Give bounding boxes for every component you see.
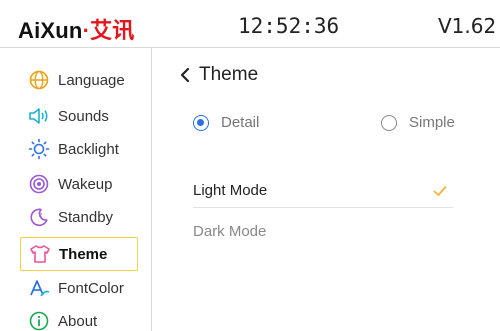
sidebar-item-label: Wakeup — [58, 175, 113, 193]
sidebar-item-theme[interactable]: Theme — [20, 237, 138, 271]
sidebar: Language Sounds Backlight Wakeup z Stand… — [0, 48, 152, 331]
info-icon — [28, 310, 50, 331]
chevron-left-icon — [180, 67, 190, 83]
theme-panel: Theme Detail Simple Light Mode Dark Mode — [153, 48, 500, 331]
sidebar-item-label: Backlight — [58, 140, 119, 158]
sidebar-item-label: Sounds — [58, 107, 109, 125]
moon-icon: z — [28, 206, 50, 228]
top-bar: AiXun·艾讯 12:52:36 V1.62 — [0, 0, 500, 48]
version-label: V1.62 — [438, 14, 497, 38]
page-title: Theme — [199, 64, 259, 85]
light-mode-option[interactable]: Light Mode — [193, 174, 453, 208]
radio-simple[interactable]: Simple — [381, 114, 455, 131]
sidebar-item-label: Language — [58, 71, 125, 89]
shirt-icon — [29, 243, 51, 265]
globe-icon — [28, 69, 50, 91]
radio-label: Simple — [409, 114, 455, 131]
brand-logo: AiXun·艾讯 — [18, 13, 135, 45]
brand-dot: · — [82, 18, 91, 43]
sidebar-item-language[interactable]: Language — [20, 65, 138, 95]
sidebar-item-wakeup[interactable]: Wakeup — [20, 169, 138, 199]
brand-latin: AiXun — [18, 18, 83, 43]
speaker-icon — [28, 105, 50, 127]
sidebar-item-label: Theme — [59, 245, 108, 263]
back-button[interactable]: Theme — [179, 64, 258, 86]
wakeup-icon — [28, 173, 50, 195]
sidebar-item-fontcolor[interactable]: FontColor — [20, 273, 138, 303]
sidebar-item-sounds[interactable]: Sounds — [20, 101, 138, 131]
svg-text:z: z — [39, 212, 42, 219]
mode-label: Light Mode — [193, 182, 268, 199]
font-color-icon — [28, 277, 50, 299]
sidebar-item-label: Standby — [58, 208, 114, 226]
mode-label: Dark Mode — [193, 222, 267, 240]
sidebar-item-label: About — [58, 312, 98, 330]
checkmark-icon — [433, 185, 447, 196]
brand-cn: 艾讯 — [90, 18, 135, 43]
radio-label: Detail — [221, 114, 260, 131]
sidebar-item-about[interactable]: About — [20, 306, 138, 331]
sidebar-item-standby[interactable]: z Standby — [20, 202, 138, 232]
clock: 12:52:36 — [238, 14, 340, 38]
radio-selected-indicator — [193, 114, 209, 131]
dark-mode-option[interactable]: Dark Mode — [193, 214, 453, 248]
sidebar-item-backlight[interactable]: Backlight — [20, 134, 138, 164]
sidebar-item-label: FontColor — [58, 279, 124, 297]
sun-icon — [28, 138, 50, 160]
radio-detail[interactable]: Detail — [193, 114, 259, 131]
radio-indicator — [381, 114, 397, 131]
